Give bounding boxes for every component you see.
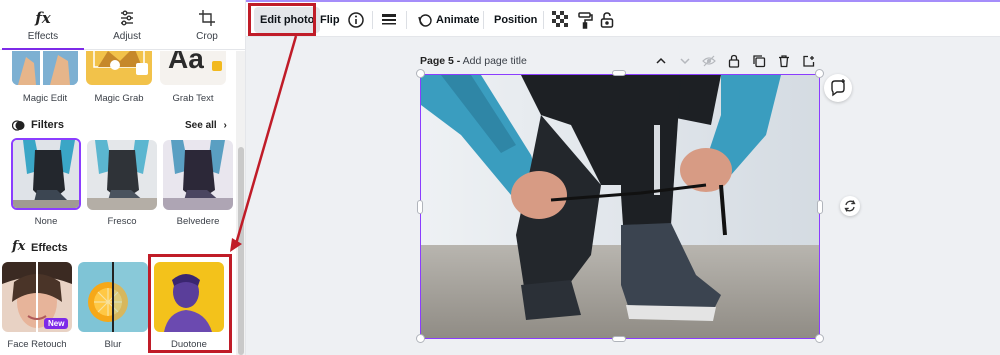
annotation-arrow <box>230 35 298 252</box>
